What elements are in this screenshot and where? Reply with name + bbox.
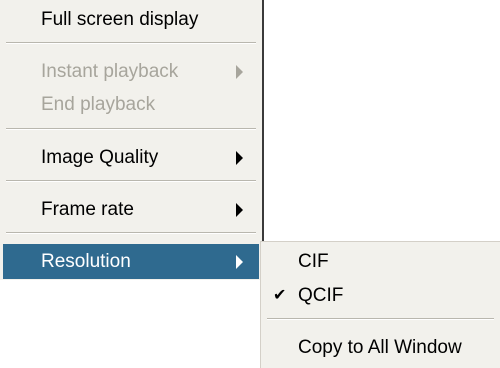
menu-item-label: Instant playback (41, 61, 179, 82)
menu-item-image-quality[interactable]: Image Quality (3, 140, 259, 175)
submenu-item-label: Copy to All Window (298, 337, 462, 358)
menu-separator (6, 180, 256, 182)
submenu-item-qcif[interactable]: ✔ QCIF (264, 278, 497, 313)
menu-separator (6, 42, 256, 44)
menu-item-label: Frame rate (41, 199, 134, 220)
menu-item-instant-playback[interactable]: Instant playback (3, 54, 259, 89)
menu-item-label: End playback (41, 94, 156, 115)
submenu-arrow-icon (236, 202, 243, 217)
submenu-arrow-icon (236, 150, 243, 165)
menu-separator (6, 128, 256, 130)
submenu-item-label: QCIF (298, 285, 344, 306)
context-menu: Full screen display Instant playback End… (0, 0, 264, 280)
submenu-item-cif[interactable]: CIF (264, 244, 497, 279)
menu-separator (267, 318, 494, 320)
submenu-item-copy-to-all-window[interactable]: Copy to All Window (264, 330, 497, 365)
submenu-arrow-icon (236, 64, 243, 79)
menu-separator (6, 232, 256, 234)
submenu-item-label: CIF (298, 251, 329, 272)
resolution-submenu: CIF ✔ QCIF Copy to All Window (260, 241, 500, 368)
submenu-arrow-icon (236, 254, 243, 269)
menu-item-full-screen-display[interactable]: Full screen display (3, 2, 259, 37)
menu-item-end-playback[interactable]: End playback (3, 87, 259, 122)
menu-item-label: Image Quality (41, 147, 159, 168)
menu-item-label: Full screen display (41, 9, 199, 30)
menu-item-resolution[interactable]: Resolution (3, 244, 259, 279)
menu-item-label: Resolution (41, 251, 131, 272)
menu-item-frame-rate[interactable]: Frame rate (3, 192, 259, 227)
checkmark-icon: ✔ (273, 287, 287, 304)
